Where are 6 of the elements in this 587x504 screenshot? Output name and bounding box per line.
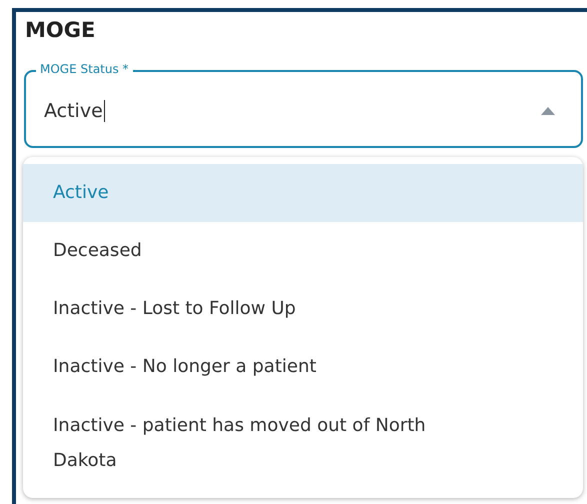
- dropdown-option[interactable]: Deceased: [23, 222, 583, 280]
- dropdown-option[interactable]: Inactive - patient has moved out of North Dakota: [23, 396, 523, 495]
- dropdown-option[interactable]: Inactive - Lost to Follow Up: [23, 280, 583, 338]
- caret-icon: [541, 107, 555, 115]
- section-title: MOGE: [25, 17, 96, 44]
- dropdown-option[interactable]: Inactive - No longer a patient: [23, 338, 583, 396]
